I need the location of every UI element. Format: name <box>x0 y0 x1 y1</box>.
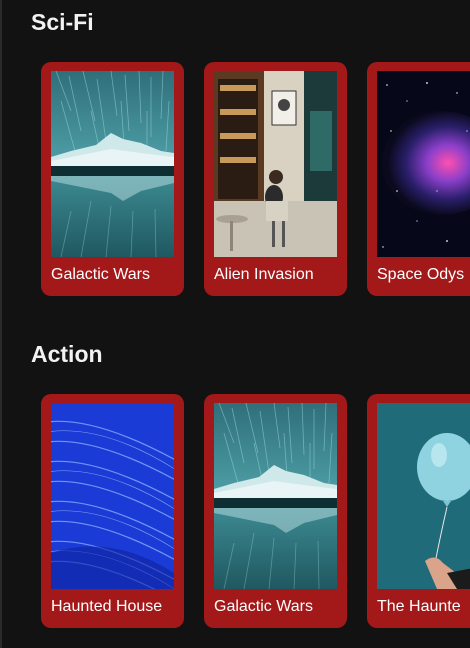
movie-card[interactable]: Galactic Wars <box>204 394 347 628</box>
movie-title: Space Odys <box>377 266 465 283</box>
movie-poster-nebula <box>377 71 470 257</box>
movie-card[interactable]: Alien Invasion <box>204 62 347 296</box>
movie-card[interactable]: Galactic Wars <box>41 62 184 296</box>
movie-row[interactable]: Haunted House Galactic Wars The Haunte <box>0 394 470 630</box>
movie-card[interactable]: Space Odys <box>367 62 470 296</box>
movie-poster-star-trail <box>214 403 337 589</box>
movie-title: The Haunte <box>377 598 461 615</box>
movie-card[interactable]: The Haunte <box>367 394 470 628</box>
movie-card[interactable]: Haunted House <box>41 394 184 628</box>
movie-poster-balloon <box>377 403 470 589</box>
movie-title: Haunted House <box>51 598 163 615</box>
movie-title: Alien Invasion <box>214 266 314 283</box>
movie-title: Galactic Wars <box>214 598 313 615</box>
movie-poster-cafe <box>214 71 337 257</box>
section-title: Sci-Fi <box>31 9 94 35</box>
movie-poster-star-trail <box>51 71 174 257</box>
movie-row[interactable]: Galactic Wars Alien Invasion Space Odys <box>0 62 470 298</box>
section-title: Action <box>31 341 103 367</box>
movie-poster-light-streaks <box>51 403 174 589</box>
movie-title: Galactic Wars <box>51 266 150 283</box>
